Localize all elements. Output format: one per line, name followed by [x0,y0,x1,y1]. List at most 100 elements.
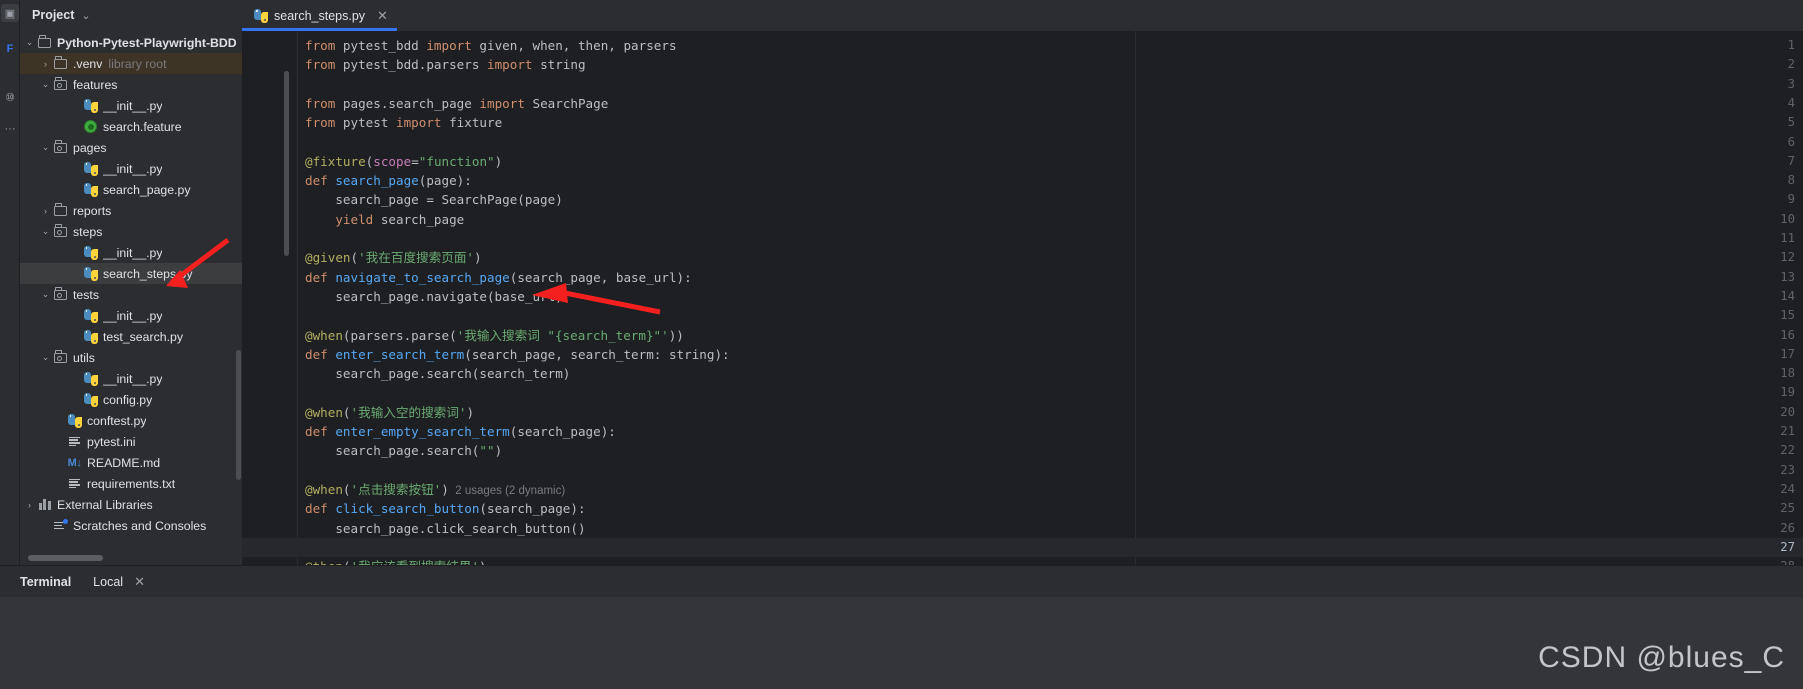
code-line[interactable]: def enter_empty_search_term(search_page)… [305,422,616,441]
source-folder-icon [52,287,69,303]
tree-item-external-libraries[interactable]: › External Libraries [20,494,242,515]
close-icon[interactable]: ✕ [134,574,145,590]
tree-spacer: · [69,332,82,342]
tree-item-features-init[interactable]: · __init__.py [20,95,242,116]
tree-item-config[interactable]: · config.py [20,389,242,410]
tree-item-scratches[interactable]: · Scratches and Consoles [20,515,242,536]
project-tool-icon[interactable]: ▣ [1,4,19,22]
close-icon[interactable]: ✕ [377,8,388,24]
code-line[interactable]: search_page.navigate(base_url) [305,287,562,306]
tree-item-venv[interactable]: › .venv library root [20,53,242,74]
project-root[interactable]: ⌄ Python-Pytest-Playwright-BDD [20,32,242,53]
more-tool-icon[interactable]: ··· [1,120,19,138]
tree-item-search-page[interactable]: · search_page.py [20,179,242,200]
project-panel-header[interactable]: Project ⌄ [20,0,242,30]
python-file-icon [82,392,99,408]
tree-spacer: · [69,185,82,195]
code-token: def [305,173,336,189]
chevron-down-icon[interactable]: ⌄ [23,37,36,48]
terminal-tab-local[interactable]: Local ✕ [93,574,145,590]
chevron-right-icon[interactable]: › [39,59,52,69]
code-line[interactable]: from pytest import fixture [305,113,502,132]
terminal-output-area[interactable] [0,597,1803,689]
tree-item-utils[interactable]: ⌄ utils [20,347,242,368]
code-line[interactable]: @given('我在百度搜索页面') [305,248,482,267]
chevron-down-icon[interactable]: ⌄ [39,226,52,237]
python-file-icon [82,266,99,282]
tree-item-conftest[interactable]: · conftest.py [20,410,242,431]
tree-item-label: search_page.py [103,182,191,197]
chevron-right-icon[interactable]: › [39,206,52,216]
tree-item-test-search[interactable]: · test_search.py [20,326,242,347]
chevron-down-icon[interactable]: ⌄ [39,142,52,153]
chevron-down-icon[interactable]: ⌄ [39,352,52,363]
tree-spacer: · [69,395,82,405]
tree-item-readme[interactable]: ·M↓ README.md [20,452,242,473]
code-line[interactable]: def search_page(page): [305,171,472,190]
code-line[interactable]: @fixture(scope="function") [305,152,502,171]
tree-item-pytest-ini[interactable]: · pytest.ini [20,431,242,452]
tree-item-label: tests [73,287,99,302]
tree-item-features[interactable]: ⌄ features [20,74,242,95]
code-line[interactable]: from pages.search_page import SearchPage [305,94,608,113]
code-line[interactable]: from pytest_bdd.parsers import string [305,55,586,74]
code-token: (page): [418,173,472,189]
code-token: from [305,115,343,131]
code-token: "function" [418,153,495,169]
gutter-divider [297,31,298,565]
tree-item-utils-init[interactable]: · __init__.py [20,368,242,389]
tree-item-search-feature[interactable]: · search.feature [20,116,242,137]
tree-spacer: · [69,164,82,174]
tree-item-tests-init[interactable]: · __init__.py [20,305,242,326]
editor-tab-bar: search_steps.py ✕ [242,0,1803,31]
tree-spacer: · [69,101,82,111]
code-line[interactable]: def click_search_button(search_page): [305,499,586,518]
tree-item-label: test_search.py [103,329,183,344]
code-line[interactable]: def navigate_to_search_page(search_page,… [305,268,692,287]
code-line[interactable]: @then('我应该看到搜索结果') [305,557,487,565]
code-line[interactable]: @when('点击搜索按钮') 2 usages (2 dynamic) [305,480,565,499]
code-token: (search_page): [509,424,616,439]
line-number: 11 [1780,231,1795,245]
editor-vertical-scrollbar[interactable] [284,71,289,256]
code-line[interactable]: search_page.search(search_term) [305,364,570,383]
code-token: (search_page): [479,501,586,517]
project-horizontal-scrollbar[interactable] [28,555,103,561]
code-line[interactable]: yield search_page [305,210,464,229]
tree-item-steps[interactable]: ⌄ steps [20,221,242,242]
tree-item-pages-init[interactable]: · __init__.py [20,158,242,179]
line-number: 13 [1780,269,1795,284]
code-line[interactable]: from pytest_bdd import given, when, then… [305,36,677,55]
code-line[interactable]: search_page.click_search_button() [305,519,585,538]
code-viewport[interactable]: 1 from pytest_bdd import given, when, the… [242,31,1803,565]
tree-item-label: __init__.py [103,98,163,113]
bookmarks-tool-icon[interactable]: F [1,40,19,58]
editor-tab-search-steps[interactable]: search_steps.py ✕ [242,0,397,31]
tree-item-reports[interactable]: › reports [20,200,242,221]
chevron-down-icon[interactable]: ⌄ [39,289,52,300]
code-line[interactable]: search_page.search("") [305,441,502,460]
tree-item-pages[interactable]: ⌄ pages [20,137,242,158]
chevron-down-icon[interactable]: ⌄ [39,79,52,90]
structure-tool-icon[interactable]: ⑩ [1,88,19,106]
project-file-tree[interactable]: ⌄ Python-Pytest-Playwright-BDD › .venv libra… [20,32,242,549]
code-line[interactable]: @when(parsers.parse('我输入搜索词 "{search_ter… [305,326,684,345]
project-vertical-scrollbar[interactable] [236,350,241,480]
code-line[interactable]: search_page = SearchPage(page) [305,190,563,209]
line-number: 7 [1787,153,1795,168]
line-number: 22 [1780,443,1795,458]
chevron-down-icon[interactable]: ⌄ [81,9,90,22]
code-token: @fixture [305,153,366,169]
tree-item-tests[interactable]: ⌄ tests [20,284,242,305]
line-number: 19 [1780,385,1795,400]
tree-item-search-steps[interactable]: · search_steps.py [20,263,242,284]
code-line[interactable]: @when('我输入空的搜索词') [305,403,474,422]
tree-item-steps-init[interactable]: · __init__.py [20,242,242,263]
code-line[interactable]: def enter_search_term(search_page, searc… [305,345,730,364]
code-token: given, when, then, parsers [479,38,677,53]
libraries-icon [36,497,53,513]
code-token: search_page = SearchPage(page) [305,192,563,208]
chevron-right-icon[interactable]: › [23,500,36,510]
code-token: search_page.search(search_term) [305,366,571,382]
tree-item-requirements[interactable]: · requirements.txt [20,473,242,494]
